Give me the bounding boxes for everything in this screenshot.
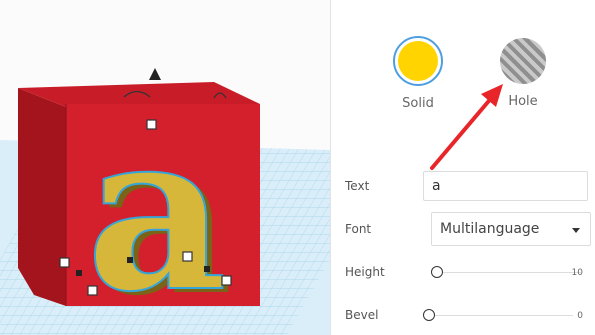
- letter-a-shape[interactable]: a a: [85, 83, 233, 335]
- hole-label: Hole: [508, 94, 538, 109]
- text-label: Text: [345, 179, 370, 193]
- solid-label: Solid: [402, 96, 434, 111]
- handle-bottom-left[interactable]: [87, 285, 98, 296]
- height-label: Height: [345, 265, 385, 279]
- height-slider[interactable]: [431, 266, 581, 280]
- workplane-viewport[interactable]: a a: [0, 0, 330, 335]
- solid-swatch-icon: [393, 36, 443, 86]
- height-value: 10: [571, 268, 583, 278]
- chevron-down-icon: [572, 228, 580, 233]
- solid-mode-button[interactable]: Solid: [388, 36, 448, 111]
- font-select-value: Multilanguage: [440, 221, 540, 237]
- text-input[interactable]: a: [423, 171, 588, 201]
- bevel-slider-knob[interactable]: [423, 309, 435, 321]
- font-select[interactable]: Multilanguage: [431, 212, 591, 246]
- handle-bottom-right[interactable]: [221, 275, 232, 286]
- shape-properties-panel: Solid Hole Text a Font Multilanguage Hei…: [330, 0, 595, 335]
- workplane-scene: a a: [0, 68, 330, 335]
- svg-text:a: a: [86, 84, 227, 335]
- handle-left[interactable]: [59, 257, 70, 268]
- bevel-label: Bevel: [345, 308, 379, 322]
- height-slider-knob[interactable]: [431, 266, 443, 278]
- handle-top[interactable]: [146, 119, 157, 130]
- bevel-slider[interactable]: [423, 309, 573, 323]
- hole-swatch-icon: [500, 38, 546, 84]
- handle-right[interactable]: [182, 251, 193, 262]
- font-label: Font: [345, 222, 372, 236]
- hole-mode-button[interactable]: Hole: [493, 36, 553, 109]
- lift-arrow-icon[interactable]: [149, 68, 161, 80]
- bevel-value: 0: [577, 311, 583, 321]
